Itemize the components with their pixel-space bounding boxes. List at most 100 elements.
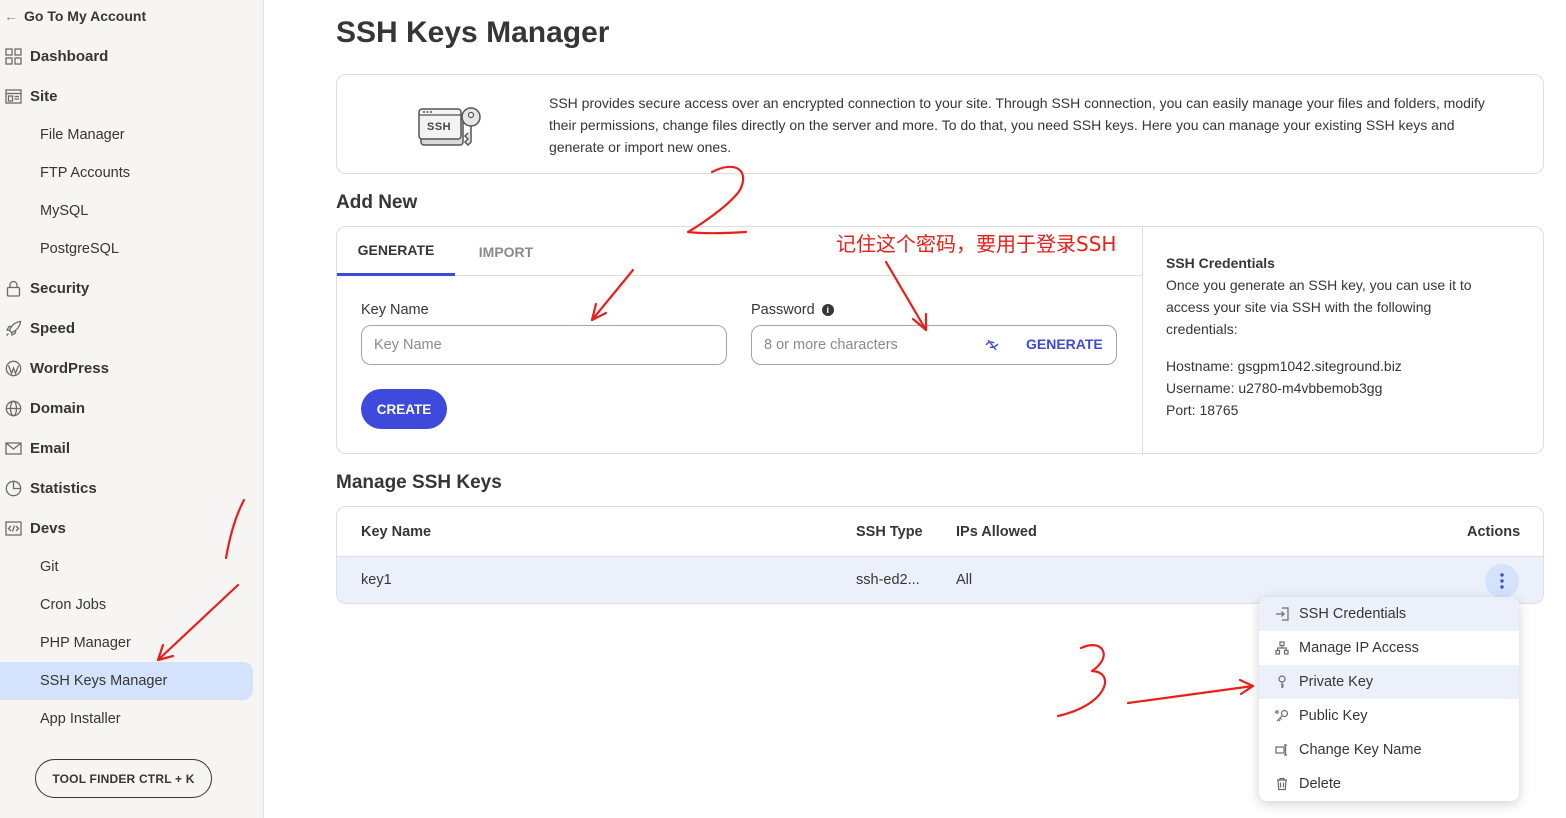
sidebar-item-dashboard[interactable]: Dashboard: [4, 44, 108, 68]
ssh-keys-table: Key Name SSH Type IPs Allowed Actions ke…: [336, 506, 1544, 604]
password-input[interactable]: 8 or more characters GENERATE: [751, 325, 1117, 365]
menu-item-private-key[interactable]: Private Key: [1259, 665, 1519, 699]
rocket-icon: [4, 319, 22, 337]
sidebar-item-wordpress[interactable]: WordPress: [4, 356, 109, 380]
menu-item-label: Private Key: [1299, 674, 1374, 690]
password-label-wrap: Password i: [751, 302, 834, 318]
tool-finder-button[interactable]: TOOL FINDER CTRL + K: [35, 759, 212, 798]
key-share-icon: [1273, 707, 1291, 725]
rename-icon: [1273, 741, 1291, 759]
sidebar-item-devs[interactable]: Devs: [4, 516, 66, 540]
sidebar-item-label: Speed: [30, 319, 76, 337]
column-header-actions: Actions: [1467, 524, 1521, 540]
create-button[interactable]: CREATE: [361, 389, 447, 429]
sidebar-item-label: Security: [30, 279, 90, 297]
sidebar-item-site[interactable]: Site: [4, 84, 58, 108]
ips-allowed-cell: All: [956, 572, 973, 588]
hostname-text: Hostname: gsgpm1042.siteground.biz: [1166, 358, 1402, 374]
sidebar-item-label: File Manager: [40, 127, 125, 143]
trash-icon: [1273, 775, 1291, 793]
menu-item-change-key-name[interactable]: Change Key Name: [1259, 733, 1519, 767]
sidebar-item-label: SSH Keys Manager: [40, 673, 168, 689]
sidebar-item-postgresql[interactable]: PostgreSQL: [40, 238, 119, 260]
sidebar-item-label: Statistics: [30, 479, 97, 497]
sidebar-item-php-manager[interactable]: PHP Manager: [40, 632, 131, 654]
sidebar-item-mysql[interactable]: MySQL: [40, 200, 88, 222]
actions-menu: SSH Credentials Manage IP Access Private…: [1259, 597, 1519, 801]
sidebar-item-label: Cron Jobs: [40, 597, 107, 613]
sidebar-item-git[interactable]: Git: [40, 556, 59, 578]
tab-generate[interactable]: GENERATE: [337, 227, 455, 276]
intro-card: SSH SSH provides secure access over an e…: [336, 74, 1544, 174]
sidebar-item-label: PHP Manager: [40, 635, 131, 651]
ssh-badge: SSH: [427, 121, 452, 133]
sidebar-item-speed[interactable]: Speed: [4, 316, 75, 340]
intro-text: SSH provides secure access over an encry…: [549, 95, 1485, 155]
add-new-title: Add New: [336, 192, 418, 213]
tab-import[interactable]: IMPORT: [455, 227, 557, 276]
column-header-ips-allowed: IPs Allowed: [956, 524, 1037, 540]
card-divider: [1142, 227, 1143, 455]
network-icon: [1273, 639, 1291, 657]
ssh-key-illustration-icon: SSH: [417, 105, 487, 156]
column-header-ssh-type: SSH Type: [856, 524, 923, 540]
key-name-cell: key1: [361, 572, 392, 588]
sidebar-item-label: Email: [30, 439, 71, 457]
go-to-account-label: Go To My Account: [24, 8, 147, 24]
grid-icon: [4, 47, 22, 65]
login-icon: [1273, 605, 1291, 623]
menu-item-label: Change Key Name: [1299, 742, 1422, 758]
sidebar-item-label: PostgreSQL: [40, 241, 119, 257]
info-icon[interactable]: i: [821, 304, 834, 317]
sidebar-item-file-manager[interactable]: File Manager: [40, 124, 125, 146]
sidebar-item-security[interactable]: Security: [4, 276, 89, 300]
sidebar-item-label: Devs: [30, 519, 66, 537]
menu-item-public-key[interactable]: Public Key: [1259, 699, 1519, 733]
sidebar-item-label: App Installer: [40, 711, 121, 727]
sidebar-item-app-installer[interactable]: App Installer: [40, 708, 121, 730]
sidebar-item-ssh-keys-manager[interactable]: SSH Keys Manager: [40, 670, 167, 692]
page-title: SSH Keys Manager: [336, 16, 610, 49]
ssh-type-cell: ssh-ed2...: [856, 572, 920, 588]
key-icon: [1273, 673, 1291, 691]
key-name-input[interactable]: Key Name: [361, 325, 727, 365]
go-to-account-link[interactable]: ← Go To My Account: [4, 6, 146, 26]
port-text: Port: 18765: [1166, 402, 1239, 418]
arrow-left-icon: ←: [4, 8, 18, 24]
add-new-card: GENERATE IMPORT Key Name Key Name Passwo…: [336, 226, 1544, 455]
sidebar-item-ftp-accounts[interactable]: FTP Accounts: [40, 162, 130, 184]
envelope-icon: [4, 439, 22, 457]
pie-chart-icon: [4, 479, 22, 497]
ssh-credentials-title: SSH Credentials: [1166, 255, 1275, 271]
sidebar-item-statistics[interactable]: Statistics: [4, 476, 97, 500]
sidebar-item-cron-jobs[interactable]: Cron Jobs: [40, 594, 106, 616]
sidebar-item-label: Site: [30, 87, 58, 105]
menu-item-label: SSH Credentials: [1299, 606, 1407, 622]
password-placeholder: 8 or more characters: [764, 337, 898, 353]
sidebar-item-label: Dashboard: [30, 47, 109, 65]
row-actions-button[interactable]: [1485, 564, 1519, 598]
sidebar-item-label: WordPress: [30, 359, 109, 377]
ssh-credentials-description: Once you generate an SSH key, you can us…: [1166, 277, 1472, 337]
menu-item-label: Public Key: [1299, 708, 1368, 724]
menu-item-label: Delete: [1299, 776, 1341, 792]
sidebar-item-domain[interactable]: Domain: [4, 396, 85, 420]
sidebar-item-label: MySQL: [40, 203, 89, 219]
username-text: Username: u2780-m4vbbemob3gg: [1166, 380, 1383, 396]
menu-item-label: Manage IP Access: [1299, 640, 1419, 656]
annotation-digit-2: [686, 165, 748, 235]
globe-icon: [4, 399, 22, 417]
code-icon: [4, 519, 22, 537]
sidebar-item-label: Domain: [30, 399, 86, 417]
menu-item-delete[interactable]: Delete: [1259, 767, 1519, 801]
eye-slash-icon[interactable]: [984, 337, 1000, 357]
kebab-menu-icon: [1500, 573, 1504, 589]
annotation-note: 记住这个密码，要用于登录SSH: [836, 232, 1117, 256]
sidebar-item-label: FTP Accounts: [40, 165, 130, 181]
sidebar-item-email[interactable]: Email: [4, 436, 70, 460]
sidebar: ← Go To My Account Dashboard Site File M…: [0, 0, 264, 818]
menu-item-ssh-credentials[interactable]: SSH Credentials: [1259, 597, 1519, 631]
menu-item-manage-ip-access[interactable]: Manage IP Access: [1259, 631, 1519, 665]
generate-password-button[interactable]: GENERATE: [1026, 336, 1103, 352]
manage-ssh-keys-title: Manage SSH Keys: [336, 472, 502, 493]
